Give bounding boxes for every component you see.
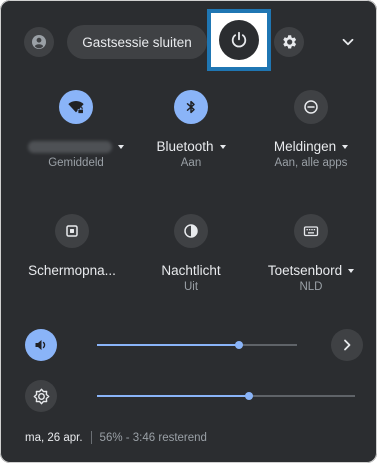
wifi-lock-icon bbox=[68, 100, 84, 114]
notifications-label[interactable]: Meldingen bbox=[256, 138, 366, 155]
night-light-icon bbox=[184, 224, 198, 238]
night-light-toggle[interactable] bbox=[174, 214, 208, 248]
date-label[interactable]: ma, 26 apr. bbox=[25, 432, 83, 444]
volume-slider[interactable] bbox=[97, 341, 297, 349]
brightness-slider-thumb[interactable] bbox=[245, 392, 254, 400]
power-button[interactable] bbox=[219, 20, 259, 60]
screen-capture-label[interactable]: Schermopna... bbox=[17, 262, 127, 279]
avatar-icon bbox=[32, 35, 46, 49]
quick-settings-panel: Gastsessie sluiten Gemiddeld Bluetooth A… bbox=[0, 0, 377, 463]
notifications-sublabel: Aan, alle apps bbox=[274, 157, 348, 169]
pod-keyboard: Toetsenbord NLD bbox=[256, 214, 366, 296]
brightness-slider[interactable] bbox=[97, 392, 355, 400]
chevron-right-icon bbox=[344, 339, 351, 351]
bluetooth-label-text: Bluetooth bbox=[156, 139, 214, 154]
keyboard-sublabel: NLD bbox=[299, 281, 323, 293]
notifications-label-text: Meldingen bbox=[273, 139, 337, 154]
status-divider bbox=[90, 431, 92, 444]
network-toggle[interactable] bbox=[59, 90, 93, 124]
settings-button[interactable] bbox=[274, 27, 304, 57]
signout-button[interactable]: Gastsessie sluiten bbox=[67, 25, 207, 59]
volume-slider-thumb[interactable] bbox=[235, 341, 243, 349]
caret-down-icon bbox=[219, 144, 226, 149]
pod-notifications: Meldingen Aan, alle apps bbox=[256, 90, 366, 172]
network-sublabel: Gemiddeld bbox=[48, 157, 104, 169]
pod-night-light: Nachtlicht Uit bbox=[136, 214, 246, 296]
volume-slider-fill bbox=[97, 344, 239, 346]
signout-label: Gastsessie sluiten bbox=[82, 34, 192, 50]
power-icon bbox=[231, 31, 247, 48]
screen-capture-label-text: Schermopna... bbox=[28, 263, 116, 278]
night-light-label-text: Nachtlicht bbox=[161, 263, 221, 278]
keyboard-toggle[interactable] bbox=[294, 214, 328, 248]
audio-settings-button[interactable] bbox=[331, 329, 363, 361]
pod-screen-capture: Schermopna... bbox=[17, 214, 127, 296]
collapse-button[interactable] bbox=[335, 29, 361, 55]
night-light-sublabel: Uit bbox=[183, 281, 199, 293]
mute-toggle[interactable] bbox=[25, 329, 57, 361]
keyboard-label-text: Toetsenbord bbox=[267, 263, 343, 278]
night-light-label[interactable]: Nachtlicht bbox=[136, 262, 246, 279]
keyboard-icon bbox=[303, 226, 319, 237]
battery-label[interactable]: 56% - 3:46 resterend bbox=[100, 432, 207, 444]
caret-down-icon bbox=[342, 144, 349, 149]
brightness-icon bbox=[33, 388, 49, 404]
bluetooth-label[interactable]: Bluetooth bbox=[136, 138, 246, 155]
power-button-highlight bbox=[207, 9, 271, 71]
brightness-button bbox=[25, 380, 57, 412]
brightness-slider-fill bbox=[97, 395, 250, 397]
screen-capture-toggle[interactable] bbox=[55, 214, 89, 248]
pod-network: Gemiddeld bbox=[21, 90, 131, 172]
network-name-redacted bbox=[28, 140, 112, 153]
avatar-button[interactable] bbox=[24, 27, 54, 57]
notifications-toggle[interactable] bbox=[294, 90, 328, 124]
bluetooth-toggle[interactable] bbox=[174, 90, 208, 124]
pod-bluetooth: Bluetooth Aan bbox=[136, 90, 246, 172]
bluetooth-icon bbox=[186, 100, 195, 114]
screen-capture-icon bbox=[66, 225, 78, 237]
notifications-icon bbox=[304, 100, 318, 114]
caret-down-icon bbox=[118, 144, 124, 149]
volume-icon bbox=[35, 340, 46, 350]
network-label[interactable] bbox=[21, 138, 131, 155]
chevron-down-icon bbox=[342, 38, 354, 46]
bluetooth-sublabel: Aan bbox=[180, 157, 202, 169]
screen-capture-sublabel bbox=[17, 281, 127, 296]
caret-down-icon bbox=[348, 268, 355, 273]
gear-icon bbox=[283, 35, 297, 49]
status-row: ma, 26 apr. 56% - 3:46 resterend bbox=[25, 431, 207, 444]
keyboard-label[interactable]: Toetsenbord bbox=[256, 262, 366, 279]
